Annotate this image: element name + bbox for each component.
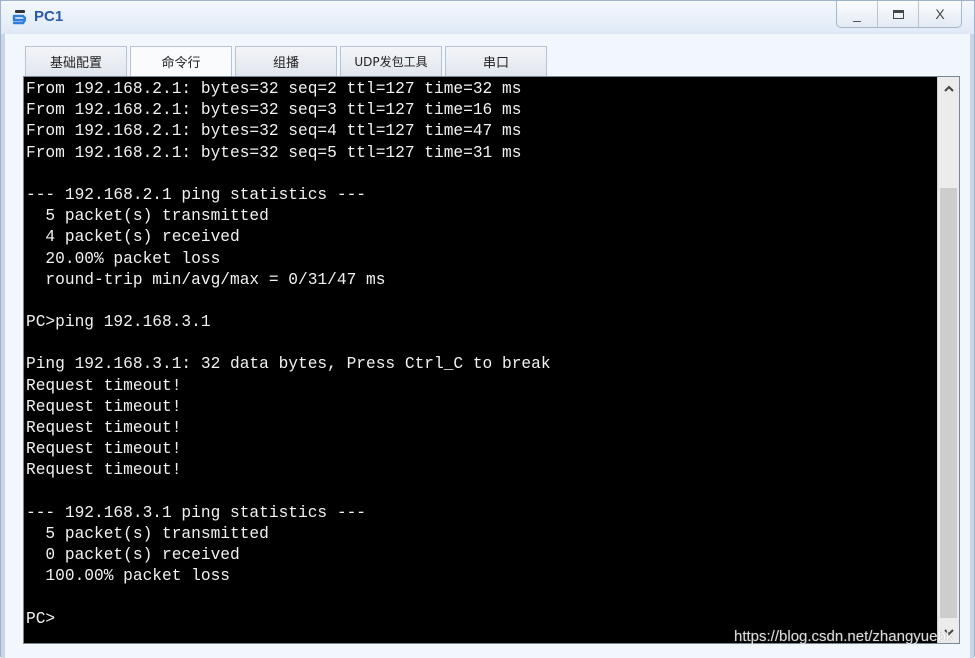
terminal-line: 5 packet(s) transmitted <box>26 524 269 543</box>
terminal-line: Request timeout! <box>26 397 182 416</box>
minimize-button[interactable]: _ <box>837 1 877 27</box>
terminal-panel: From 192.168.2.1: bytes=32 seq=2 ttl=127… <box>23 76 960 644</box>
terminal-line: Request timeout! <box>26 419 182 437</box>
terminal-line: PC>ping 192.168.3.1 <box>26 313 211 332</box>
minimize-icon: _ <box>853 6 861 22</box>
network-pc-icon <box>12 10 27 25</box>
terminal-line: 0 packet(s) received <box>26 546 240 565</box>
chevron-up-icon <box>943 85 954 92</box>
terminal-line: PC> <box>26 609 56 628</box>
window-border-right <box>970 34 974 658</box>
terminal-line: From 192.168.2.1: bytes=32 seq=4 ttl=127… <box>26 122 522 141</box>
window-title: PC1 <box>34 8 64 25</box>
terminal-line: --- 192.168.3.1 ping statistics --- <box>26 503 366 522</box>
tab-command-line[interactable]: 命令行 <box>130 46 232 76</box>
terminal-line: From 192.168.2.1: bytes=32 seq=3 ttl=127… <box>26 101 522 120</box>
terminal-line: Ping 192.168.3.1: 32 data bytes, Press C… <box>26 355 551 374</box>
terminal-line: 100.00% packet loss <box>26 567 230 586</box>
terminal-output[interactable]: From 192.168.2.1: bytes=32 seq=2 ttl=127… <box>24 77 934 643</box>
window-controls: _ X <box>836 1 962 28</box>
tab-bar: 基础配置 命令行 组播 UDP发包工具 串口 <box>25 46 550 76</box>
scroll-up-button[interactable] <box>938 77 959 99</box>
tab-udp-tool[interactable]: UDP发包工具 <box>340 46 442 76</box>
terminal-line: 5 packet(s) transmitted <box>26 207 269 226</box>
tab-multicast[interactable]: 组播 <box>235 46 337 76</box>
terminal-line: round-trip min/avg/max = 0/31/47 ms <box>26 270 386 289</box>
close-button[interactable]: X <box>918 1 961 27</box>
maximize-icon <box>892 9 904 19</box>
vertical-scrollbar[interactable] <box>937 77 959 643</box>
watermark: https://blog.csdn.net/zhangyuebk <box>734 628 954 645</box>
tab-basic-config[interactable]: 基础配置 <box>25 46 127 76</box>
terminal-line: 4 packet(s) received <box>26 228 240 247</box>
close-icon: X <box>935 6 945 22</box>
tab-serial[interactable]: 串口 <box>445 46 547 76</box>
scroll-thumb[interactable] <box>940 188 957 618</box>
terminal-line: 20.00% packet loss <box>26 249 221 268</box>
terminal-line: From 192.168.2.1: bytes=32 seq=5 ttl=127… <box>26 143 522 162</box>
window-content: 基础配置 命令行 组播 UDP发包工具 串口 From 192.168.2.1:… <box>5 34 970 658</box>
terminal-line: From 192.168.2.1: bytes=32 seq=2 ttl=127… <box>26 80 522 98</box>
terminal-line: --- 192.168.2.1 ping statistics --- <box>26 185 366 204</box>
maximize-button[interactable] <box>877 1 918 27</box>
terminal-line: Request timeout! <box>26 461 182 480</box>
terminal-line: Request timeout! <box>26 440 182 459</box>
title-bar[interactable]: PC1 _ X <box>1 1 974 34</box>
terminal-line: Request timeout! <box>26 376 182 395</box>
pc1-window: PC1 _ X 基础配置 命令行 组播 UDP发包工具 串口 From 192.… <box>0 0 975 658</box>
